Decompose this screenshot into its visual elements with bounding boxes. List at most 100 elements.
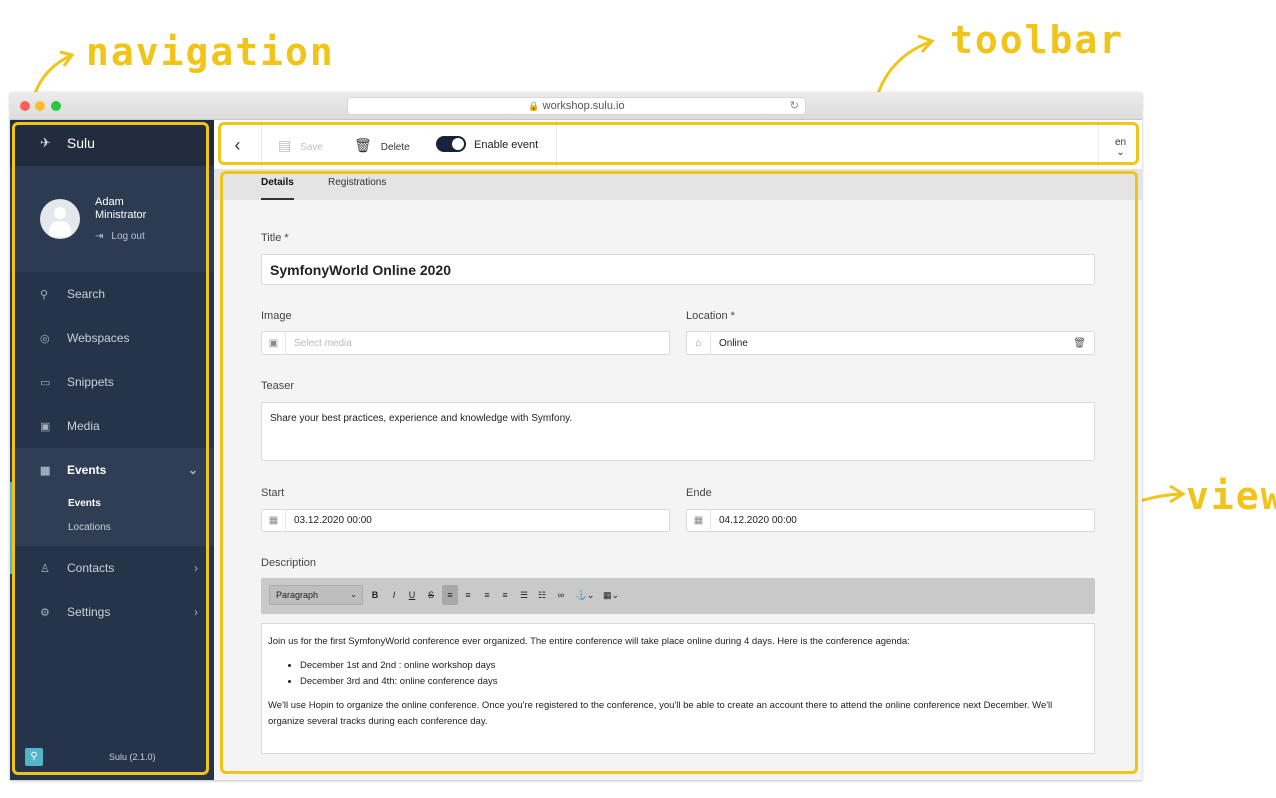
strikethrough-button[interactable]: S xyxy=(423,585,439,605)
back-button[interactable]: ‹ xyxy=(214,120,262,170)
sidebar-item-snippets[interactable]: ▭ Snippets xyxy=(10,360,214,404)
chevron-right-icon: › xyxy=(194,561,198,575)
italic-button[interactable]: I xyxy=(386,585,402,605)
sidebar-item-contacts[interactable]: ♙ Contacts › xyxy=(10,546,214,590)
image-select-field[interactable]: ▣ Select media xyxy=(261,331,670,355)
delete-button[interactable]: 🗑 Delete xyxy=(354,120,410,170)
toolbar-divider xyxy=(556,120,557,170)
list-item: December 3rd and 4th: online conference … xyxy=(300,674,1088,690)
version-label: Sulu (2.1.0) xyxy=(109,752,156,762)
logout-link[interactable]: ⇥ Log out xyxy=(95,230,146,243)
active-indicator xyxy=(10,482,13,574)
description-editor[interactable]: Join us for the first SymfonyWorld confe… xyxy=(261,623,1095,754)
chevron-down-icon: ⌄ xyxy=(1116,147,1125,158)
align-right-button[interactable]: ≡ xyxy=(479,585,495,605)
chevron-right-icon: › xyxy=(194,605,198,619)
save-label: Save xyxy=(300,142,324,153)
close-window-button[interactable] xyxy=(20,101,30,111)
target-icon: ◎ xyxy=(40,332,50,345)
end-label: Ende xyxy=(686,487,712,499)
annotation-navigation: navigation xyxy=(86,30,335,74)
title-label: Title * xyxy=(261,232,289,244)
align-center-button[interactable]: ≡ xyxy=(460,585,476,605)
justify-button[interactable]: ≡ xyxy=(497,585,513,605)
enable-event-toggle[interactable] xyxy=(436,136,466,152)
list-item: December 1st and 2nd : online workshop d… xyxy=(300,658,1088,674)
sidebar-subitem-locations[interactable]: Locations xyxy=(68,516,214,540)
address-bar[interactable]: 🔒 workshop.sulu.io ↻ xyxy=(347,97,806,115)
editor-toolbar: Paragraph ⌄ B I U S ≡ ≡ ≡ ≡ ☰ ☷ ∞ ⚓⌄ ▦⌄ xyxy=(261,578,1095,614)
start-label: Start xyxy=(261,487,285,499)
locale-select[interactable]: en ⌄ xyxy=(1098,120,1142,170)
sidebar-item-label: Snippets xyxy=(67,375,114,389)
user-first-name: Adam xyxy=(95,195,124,208)
user-panel: Adam Ministrator ⇥ Log out xyxy=(10,166,214,272)
bullet-list-button[interactable]: ☰ xyxy=(516,585,532,605)
chevron-down-icon: ⌄ xyxy=(350,590,357,599)
start-value: 03.12.2020 00:00 xyxy=(294,515,372,526)
location-value: Online xyxy=(719,337,748,349)
format-value: Paragraph xyxy=(276,590,319,600)
annotation-view: view xyxy=(1186,474,1276,518)
sidebar-item-settings[interactable]: ⚙ Settings › xyxy=(10,590,214,634)
logout-icon: ⇥ xyxy=(95,230,104,242)
search-icon: ⚲ xyxy=(40,288,49,301)
sidebar-item-label: Events xyxy=(67,463,107,477)
format-select[interactable]: Paragraph ⌄ xyxy=(269,585,363,605)
image-icon: ▣ xyxy=(40,420,51,433)
chevron-left-icon: ‹ xyxy=(234,135,241,155)
sidebar-item-media[interactable]: ▣ Media xyxy=(10,404,214,448)
tab-details[interactable]: Details xyxy=(261,170,294,200)
annotation-toolbar: toolbar xyxy=(950,18,1125,62)
browser-chrome: 🔒 workshop.sulu.io ↻ xyxy=(10,92,1142,120)
url-text: workshop.sulu.io xyxy=(542,100,625,112)
start-date-field[interactable]: ▦ 03.12.2020 00:00 xyxy=(261,509,670,532)
description-intro: Join us for the first SymfonyWorld confe… xyxy=(268,636,910,647)
underline-button[interactable]: U xyxy=(404,585,420,605)
sidebar-item-webspaces[interactable]: ◎ Webspaces xyxy=(10,316,214,360)
calendar-icon: ▦ xyxy=(262,510,286,531)
image-label: Image xyxy=(261,310,292,322)
tab-registrations[interactable]: Registrations xyxy=(328,170,386,200)
sidebar-item-events[interactable]: ▦ Events ⌄ xyxy=(10,448,214,492)
image-placeholder: Select media xyxy=(294,337,352,349)
bold-button[interactable]: B xyxy=(367,585,383,605)
avatar xyxy=(40,199,80,239)
browser-window: 🔒 workshop.sulu.io ↻ ✈ Sulu Adam Ministra… xyxy=(10,92,1142,780)
description-list: December 1st and 2nd : online workshop d… xyxy=(300,658,1088,690)
description-outro: We'll use Hopin to organize the online c… xyxy=(268,700,1053,727)
trash-icon[interactable]: 🗑 xyxy=(1073,332,1086,354)
anchor-icon[interactable]: ⚓⌄ xyxy=(574,585,596,605)
sidebar-item-label: Media xyxy=(67,419,100,433)
reload-icon[interactable]: ↻ xyxy=(790,98,799,115)
end-date-field[interactable]: ▦ 04.12.2020 00:00 xyxy=(686,509,1095,532)
sidebar-item-label: Search xyxy=(67,287,106,301)
app-header: ✈ Sulu xyxy=(10,120,214,166)
logout-label: Log out xyxy=(111,230,145,242)
minimize-window-button[interactable] xyxy=(35,101,45,111)
title-input[interactable]: SymfonyWorld Online 2020 xyxy=(261,254,1095,285)
image-icon: ▣ xyxy=(262,332,286,354)
navigation-sidebar: ✈ Sulu Adam Ministrator ⇥ Log out ⚲ Search… xyxy=(10,120,214,780)
pin-icon[interactable]: ⚲ xyxy=(25,748,43,766)
teaser-label: Teaser xyxy=(261,380,295,392)
gear-icon: ⚙ xyxy=(40,606,50,619)
teaser-textarea[interactable]: Share your best practices, experience an… xyxy=(261,402,1095,461)
numbered-list-button[interactable]: ☷ xyxy=(534,585,550,605)
align-left-button[interactable]: ≡ xyxy=(442,585,458,605)
table-icon[interactable]: ▦⌄ xyxy=(600,585,622,605)
maximize-window-button[interactable] xyxy=(51,101,61,111)
location-select-field[interactable]: ⌂ Online 🗑 xyxy=(686,331,1095,355)
form-view: Title * SymfonyWorld Online 2020 Image ▣… xyxy=(214,200,1142,780)
delete-label: Delete xyxy=(380,142,410,153)
save-button[interactable]: ▤ Save xyxy=(278,120,323,170)
tab-bar: Details Registrations xyxy=(214,170,1142,200)
link-icon[interactable]: ∞ xyxy=(553,585,569,605)
end-value: 04.12.2020 00:00 xyxy=(719,515,797,526)
toolbar: ‹ ▤ Save 🗑 Delete Enable event en ⌄ xyxy=(214,120,1142,170)
note-icon: ▭ xyxy=(40,376,51,389)
sidebar-item-search[interactable]: ⚲ Search xyxy=(10,272,214,316)
app-name: Sulu xyxy=(66,135,95,151)
sidebar-subitem-events[interactable]: Events xyxy=(68,492,214,516)
user-last-name: Ministrator xyxy=(95,208,147,221)
